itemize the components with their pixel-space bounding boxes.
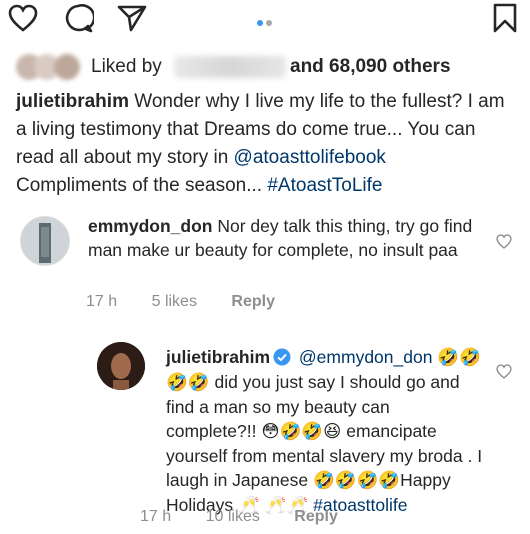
emoji-group: 🤣🤣 [166, 373, 210, 393]
emoji-group: 🤣🤣🤣🤣 [312, 471, 401, 491]
caption-username[interactable]: julietibrahim [16, 91, 129, 112]
verified-icon [273, 348, 291, 366]
liker-avatars [16, 54, 88, 80]
caption-hashtag[interactable]: #AtoastToLife [267, 175, 382, 196]
heart-icon[interactable] [8, 4, 38, 32]
avatar[interactable] [97, 342, 145, 390]
comment-username[interactable]: julietibrahim [166, 347, 270, 367]
caption-text-2: Compliments of the season... [16, 175, 263, 196]
comment-2: julietibrahim @emmydon_don 🤣🤣 🤣🤣 did you… [166, 345, 484, 518]
comment-meta: 17 h 5 likes Reply [86, 293, 305, 311]
likes-count[interactable]: and 68,090 others [290, 56, 451, 78]
emoji-group: 😳🤣🤣😆 [261, 422, 342, 442]
comment-icon[interactable] [64, 4, 94, 34]
reply-button[interactable]: Reply [231, 293, 275, 310]
comment-likes[interactable]: 10 likes [206, 508, 260, 525]
blurred-username [174, 56, 286, 78]
comment-likes[interactable]: 5 likes [152, 293, 197, 310]
comment-meta: 17 h 10 likes Reply [140, 508, 368, 526]
caption-mention[interactable]: @atoasttolifebook [234, 147, 386, 168]
comment-time: 17 h [86, 293, 118, 310]
comment-time: 17 h [140, 508, 172, 525]
avatar[interactable] [20, 216, 70, 266]
likes-summary[interactable]: Liked by and 68,090 others [16, 52, 520, 82]
post-caption: julietibrahim Wonder why I live my life … [16, 88, 516, 200]
liked-by-label: Liked by [91, 56, 162, 77]
comment-1: emmydon_don Nor dey talk this thing, try… [88, 214, 483, 262]
emoji-group: 🤣🤣 [437, 348, 481, 368]
comment-mention[interactable]: @emmydon_don [299, 347, 433, 367]
heart-icon[interactable] [496, 364, 512, 379]
post-action-bar [0, 0, 530, 40]
share-icon[interactable] [117, 4, 147, 32]
reply-button[interactable]: Reply [294, 508, 338, 525]
comment-username[interactable]: emmydon_don [88, 216, 212, 236]
carousel-indicator [257, 13, 275, 31]
heart-icon[interactable] [496, 234, 512, 249]
bookmark-icon[interactable] [493, 3, 517, 33]
